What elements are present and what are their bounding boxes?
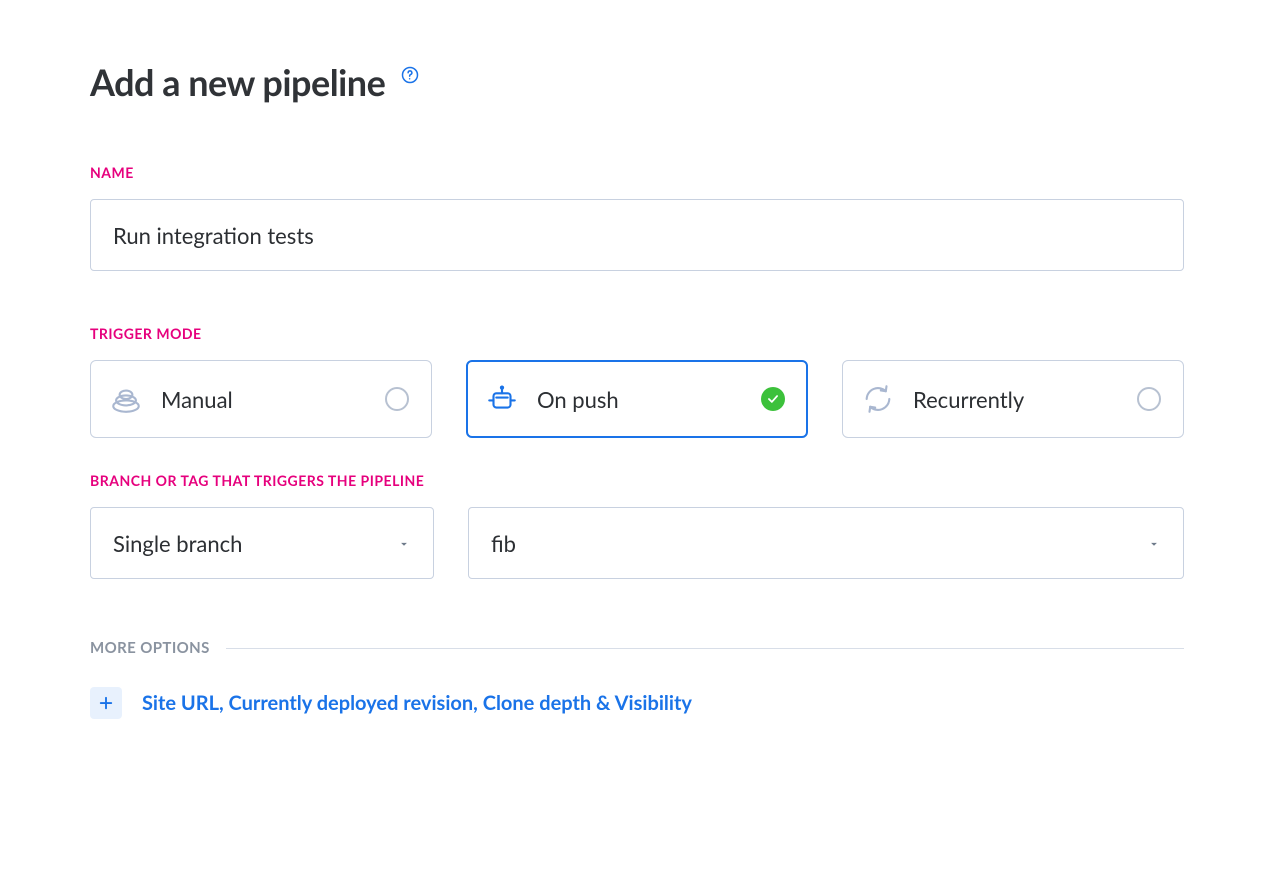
radio-checked-icon <box>761 387 785 411</box>
branch-value-select[interactable]: fib <box>468 507 1184 579</box>
branch-value: fib <box>491 530 516 557</box>
more-options-text: Site URL, Currently deployed revision, C… <box>142 691 692 715</box>
radio-unchecked-icon <box>1137 387 1161 411</box>
more-options-header: MORE OPTIONS <box>90 639 1184 657</box>
trigger-section-label: TRIGGER MODE <box>90 325 1184 342</box>
pipeline-name-input[interactable] <box>90 199 1184 271</box>
page-header: Add a new pipeline <box>90 60 1184 104</box>
branch-row: Single branch fib <box>90 507 1184 579</box>
name-section-label: NAME <box>90 164 1184 181</box>
manual-icon <box>109 382 143 416</box>
more-options-expand[interactable]: Site URL, Currently deployed revision, C… <box>90 687 1184 719</box>
divider <box>226 648 1184 649</box>
trigger-mode-label: Manual <box>161 386 367 413</box>
trigger-mode-on-push[interactable]: On push <box>466 360 808 438</box>
branch-type-value: Single branch <box>113 530 242 557</box>
trigger-mode-recurrently[interactable]: Recurrently <box>842 360 1184 438</box>
trigger-mode-label: On push <box>537 386 743 413</box>
plus-icon <box>90 687 122 719</box>
radio-unchecked-icon <box>385 387 409 411</box>
trigger-mode-row: Manual On push <box>90 360 1184 438</box>
help-icon[interactable] <box>401 66 419 84</box>
branch-section-label: BRANCH OR TAG THAT TRIGGERS THE PIPELINE <box>90 472 1184 489</box>
chevron-down-icon <box>397 536 411 550</box>
branch-type-select[interactable]: Single branch <box>90 507 434 579</box>
robot-icon <box>485 382 519 416</box>
more-options-label: MORE OPTIONS <box>90 639 210 657</box>
page-title: Add a new pipeline <box>90 60 385 104</box>
trigger-mode-manual[interactable]: Manual <box>90 360 432 438</box>
recurring-icon <box>861 382 895 416</box>
trigger-mode-label: Recurrently <box>913 386 1119 413</box>
chevron-down-icon <box>1147 536 1161 550</box>
